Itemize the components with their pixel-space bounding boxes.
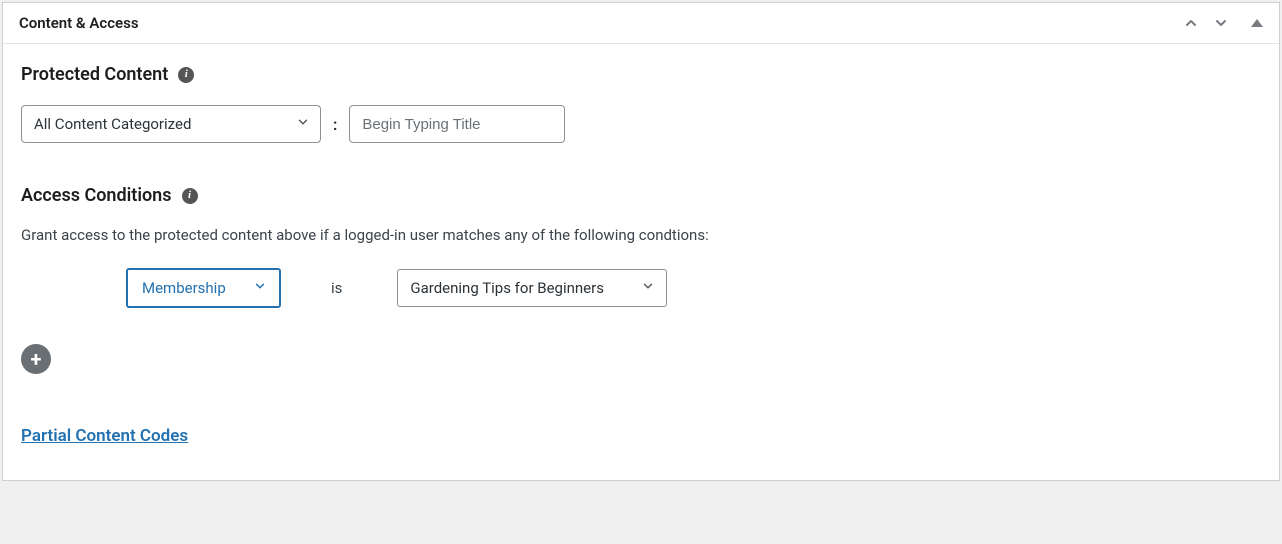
protected-content-header: Protected Content i	[21, 64, 1261, 85]
chevron-down-icon	[253, 279, 267, 297]
chevron-down-icon	[641, 279, 655, 297]
content-access-panel: Content & Access Protected Content i All…	[2, 2, 1280, 481]
protected-content-row: All Content Categorized :	[21, 105, 1261, 143]
plus-icon: +	[31, 349, 42, 369]
condition-operator: is	[331, 279, 342, 297]
condition-type-select[interactable]: Membership	[126, 268, 281, 308]
chevron-down-icon	[296, 115, 310, 133]
info-icon[interactable]: i	[182, 188, 198, 204]
panel-down-button[interactable]	[1211, 13, 1231, 33]
separator: :	[331, 115, 339, 134]
panel-controls	[1181, 13, 1263, 33]
condition-value-text: Gardening Tips for Beginners	[410, 279, 604, 297]
partial-content-codes-link[interactable]: Partial Content Codes	[21, 426, 188, 446]
panel-header: Content & Access	[3, 3, 1279, 44]
condition-value-select[interactable]: Gardening Tips for Beginners	[397, 269, 667, 307]
access-conditions-heading: Access Conditions	[21, 185, 172, 206]
condition-row: Membership is Gardening Tips for Beginne…	[126, 268, 1261, 308]
panel-up-button[interactable]	[1181, 13, 1201, 33]
add-condition-button[interactable]: +	[21, 344, 51, 374]
panel-body: Protected Content i All Content Categori…	[3, 44, 1279, 480]
info-icon[interactable]: i	[178, 67, 194, 83]
panel-title: Content & Access	[19, 14, 139, 32]
content-title-input[interactable]	[349, 105, 565, 143]
content-category-value: All Content Categorized	[34, 115, 191, 133]
protected-content-heading: Protected Content	[21, 64, 168, 85]
partial-codes-row: Partial Content Codes	[21, 426, 1261, 446]
content-category-select[interactable]: All Content Categorized	[21, 105, 321, 143]
condition-type-value: Membership	[142, 279, 226, 297]
panel-toggle-button[interactable]	[1251, 19, 1263, 27]
access-help-text: Grant access to the protected content ab…	[21, 226, 1261, 244]
access-conditions-section: Access Conditions i Grant access to the …	[21, 185, 1261, 446]
access-conditions-header: Access Conditions i	[21, 185, 1261, 206]
